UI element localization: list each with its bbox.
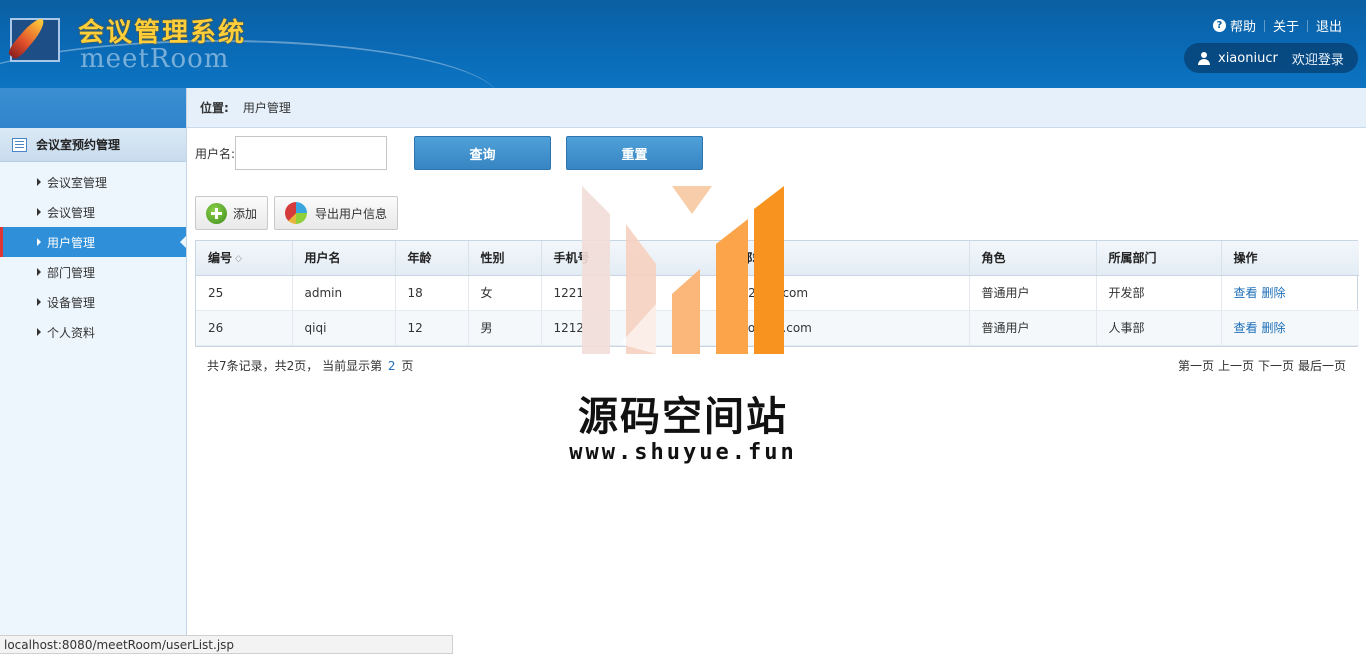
sidebar-item-profile[interactable]: 个人资料 — [0, 317, 186, 347]
view-link[interactable]: 查看 — [1234, 286, 1258, 300]
caret-right-icon — [37, 238, 41, 246]
app-subtitle: meetRoom — [80, 44, 230, 74]
sidebar-group-meeting-booking[interactable]: 会议室预约管理 — [0, 128, 186, 162]
cell-role: 普通用户 — [969, 310, 1097, 346]
current-page: 2 — [387, 359, 396, 373]
export-label: 导出用户信息 — [315, 206, 388, 221]
caret-right-icon — [37, 208, 41, 216]
column-header-role: 角色 — [969, 241, 1097, 276]
add-button[interactable]: 添加 — [195, 196, 269, 230]
cell-role: 普通用户 — [969, 275, 1097, 311]
logout-label: 退出 — [1315, 20, 1342, 35]
first-page-link[interactable]: 第一页 — [1178, 357, 1214, 374]
delete-link[interactable]: 删除 — [1262, 286, 1286, 300]
sidebar-item-department-management[interactable]: 部门管理 — [0, 257, 186, 287]
sidebar-item-meeting-management[interactable]: 会议管理 — [0, 197, 186, 227]
browser-status-bar: localhost:8080/meetRoom/userList.jsp — [0, 635, 453, 654]
username-input[interactable] — [235, 136, 388, 170]
add-icon — [206, 202, 227, 224]
user-info: xiaoniucr 欢迎登录 — [1184, 43, 1358, 73]
column-header-username: 用户名 — [292, 241, 396, 276]
sidebar-item-device-management[interactable]: 设备管理 — [0, 287, 186, 317]
column-header-id[interactable]: 编号 ◇ — [196, 241, 293, 276]
watermark-title: 源码空间站 — [578, 394, 788, 440]
sidebar: 会议室预约管理 会议室管理 会议管理 用户管理 部门管理 设备管理 个人资料 — [0, 88, 187, 654]
add-label: 添加 — [233, 206, 258, 221]
sidebar-item-label: 会议室管理 — [47, 175, 108, 190]
query-button[interactable]: 查询 — [414, 136, 552, 170]
caret-right-icon — [37, 178, 41, 186]
pager-nav: 第一页 上一页 下一页 最后一页 — [1178, 357, 1346, 374]
toolbar: 添加 导出用户信息 — [195, 196, 404, 230]
username-label: 用户名: — [195, 146, 236, 161]
help-label: 帮助 — [1229, 20, 1256, 35]
watermark-url: www.shuyue.fun — [569, 440, 797, 465]
watermark-logo — [582, 186, 784, 354]
column-label: 编号 — [208, 251, 233, 266]
sidebar-item-user-management[interactable]: 用户管理 — [0, 227, 186, 257]
pager-summary: 共7条记录，共2页， 当前显示第 2 页 — [207, 357, 413, 374]
caret-right-icon — [37, 328, 41, 336]
list-icon — [12, 137, 27, 152]
column-header-actions: 操作 — [1221, 241, 1359, 276]
cell-id: 25 — [196, 275, 293, 311]
cell-username: admin — [292, 275, 396, 311]
about-label: 关于 — [1272, 20, 1299, 35]
caret-right-icon — [37, 268, 41, 276]
header-swoosh — [0, 40, 500, 88]
column-header-gender: 性别 — [468, 241, 542, 276]
breadcrumb-current: 用户管理 — [242, 101, 291, 115]
sidebar-item-label: 个人资料 — [47, 325, 96, 340]
logout-link[interactable]: 退出 — [1308, 16, 1350, 35]
caret-right-icon — [37, 298, 41, 306]
sidebar-item-label: 会议管理 — [47, 205, 96, 220]
cell-age: 18 — [395, 275, 469, 311]
pager-summary-prefix: 共7条记录，共2页， 当前显示第 — [207, 359, 383, 373]
cell-age: 12 — [395, 310, 469, 346]
sidebar-group-label: 会议室预约管理 — [36, 138, 121, 152]
reset-button[interactable]: 重置 — [566, 136, 704, 170]
last-page-link[interactable]: 最后一页 — [1298, 357, 1346, 374]
cell-department: 开发部 — [1096, 275, 1222, 311]
user-icon — [1198, 51, 1210, 65]
sidebar-item-label: 用户管理 — [47, 235, 96, 250]
column-header-age: 年龄 — [395, 241, 469, 276]
column-header-department: 所属部门 — [1096, 241, 1222, 276]
cell-department: 人事部 — [1096, 310, 1222, 346]
pie-chart-icon — [285, 202, 308, 224]
cell-id: 26 — [196, 310, 293, 346]
pager-summary-suffix: 页 — [401, 359, 414, 373]
sidebar-header — [0, 88, 186, 128]
search-form: 用户名: 查询 重置 — [195, 136, 704, 170]
breadcrumb: 位置: 用户管理 — [187, 88, 1366, 128]
cell-gender: 男 — [468, 310, 542, 346]
breadcrumb-label: 位置: — [200, 101, 229, 115]
export-users-button[interactable]: 导出用户信息 — [274, 196, 399, 230]
sidebar-item-label: 部门管理 — [47, 265, 96, 280]
about-link[interactable]: 关于 — [1265, 16, 1307, 35]
app-header: 会议管理系统 meetRoom ? 帮助 关于 退出 xiaoniucr 欢迎登… — [0, 0, 1366, 88]
next-page-link[interactable]: 下一页 — [1258, 357, 1294, 374]
cell-actions: 查看 删除 — [1221, 310, 1359, 346]
delete-link[interactable]: 删除 — [1262, 321, 1286, 335]
sort-icon[interactable]: ◇ — [235, 254, 242, 264]
welcome-text: 欢迎登录 — [1291, 52, 1344, 68]
top-links: ? 帮助 关于 退出 — [1205, 16, 1350, 35]
sidebar-item-room-management[interactable]: 会议室管理 — [0, 167, 186, 197]
cell-gender: 女 — [468, 275, 542, 311]
help-icon: ? — [1212, 19, 1226, 32]
cell-username: qiqi — [292, 310, 396, 346]
cell-actions: 查看 删除 — [1221, 275, 1359, 311]
help-link[interactable]: ? 帮助 — [1205, 16, 1264, 35]
sidebar-item-label: 设备管理 — [47, 295, 96, 310]
username: xiaoniucr — [1218, 50, 1278, 66]
prev-page-link[interactable]: 上一页 — [1218, 357, 1254, 374]
view-link[interactable]: 查看 — [1234, 321, 1258, 335]
